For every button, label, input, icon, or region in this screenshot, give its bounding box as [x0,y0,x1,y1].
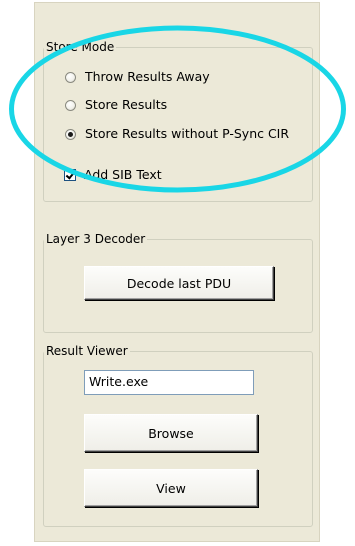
radio-label: Store Results without P-Sync CIR [85,126,290,141]
layer3-decoder-title: Layer 3 Decoder [44,232,148,246]
result-viewer-group: Result Viewer Write.exe Browse View [43,344,313,527]
store-mode-group: Store Mode Throw Results Away Store Resu… [43,40,313,202]
store-mode-title: Store Mode [44,40,117,54]
screenshot-stage: Store Mode Throw Results Away Store Resu… [0,0,355,546]
radio-button[interactable] [65,99,76,111]
radio-label: Store Results [85,97,168,112]
settings-panel: Store Mode Throw Results Away Store Resu… [34,2,320,542]
radio-store-results[interactable]: Store Results [65,98,167,112]
browse-button[interactable]: Browse [84,414,258,452]
radio-label: Throw Results Away [85,69,210,84]
checkbox-label: Add SIB Text [84,167,162,182]
radio-button-selected[interactable] [65,128,76,140]
decode-last-pdu-button[interactable]: Decode last PDU [84,266,274,300]
checkbox-checked[interactable] [64,169,76,181]
view-button[interactable]: View [84,469,258,507]
result-viewer-title: Result Viewer [44,344,130,358]
checkbox-add-sib-text[interactable]: Add SIB Text [64,168,162,182]
radio-throw-results-away[interactable]: Throw Results Away [65,70,210,84]
radio-store-results-without-psync[interactable]: Store Results without P-Sync CIR [65,127,289,141]
radio-button[interactable] [65,71,76,83]
layer3-decoder-group: Layer 3 Decoder Decode last PDU [43,232,313,333]
result-viewer-file-input[interactable]: Write.exe [84,370,254,395]
